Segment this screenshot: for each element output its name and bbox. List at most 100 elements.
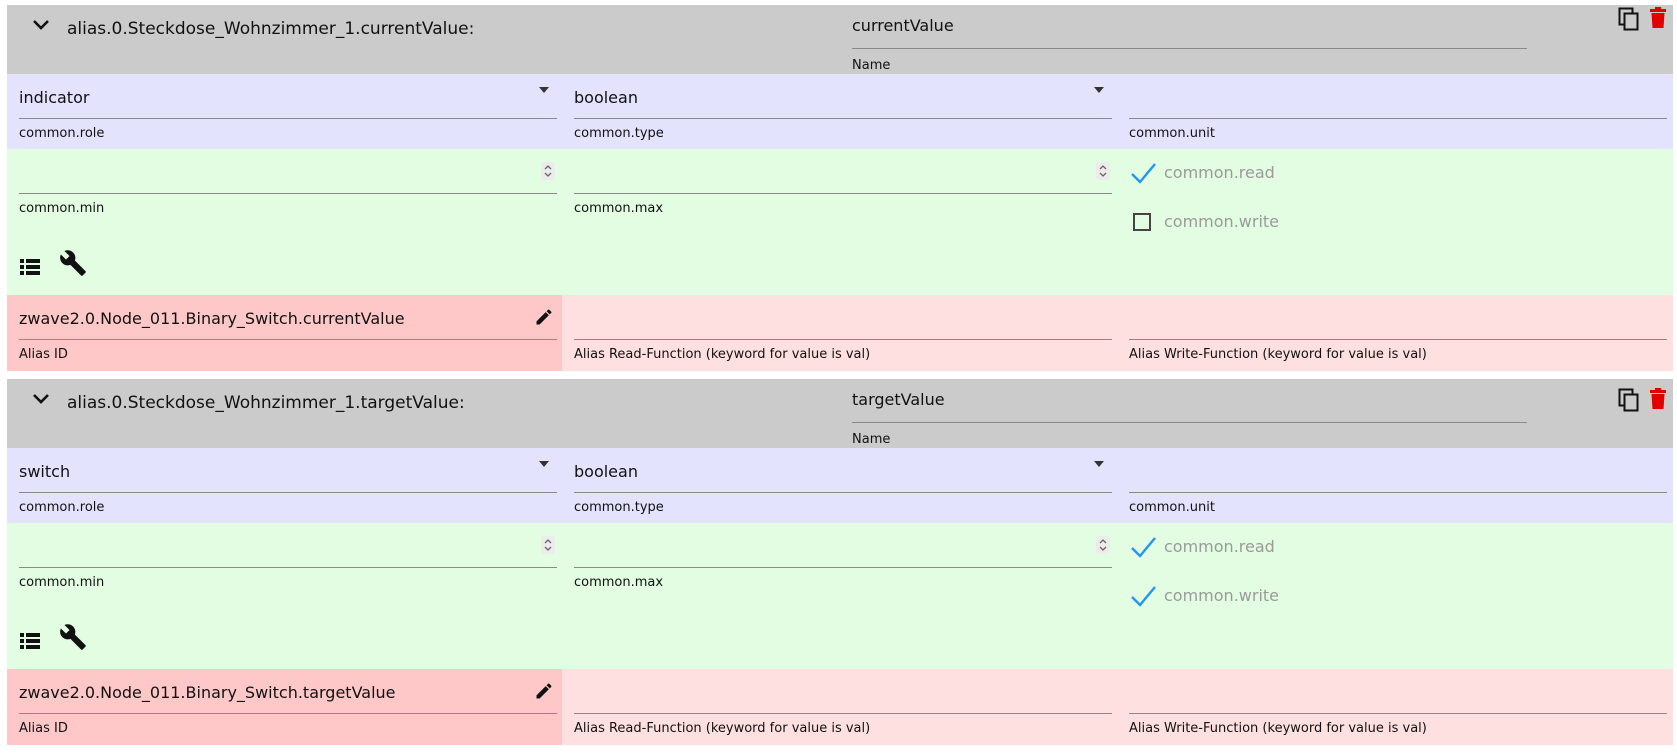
alias-row: zwave2.0.Node_011.Binary_Switch.currentV… <box>7 295 1673 371</box>
type-value[interactable]: boolean <box>574 88 638 107</box>
name-label: Name <box>852 432 891 447</box>
write-checkbox-unchecked-icon[interactable] <box>1129 209 1159 235</box>
min-label: common.min <box>19 575 105 590</box>
delete-icon[interactable] <box>1649 7 1667 33</box>
write-check-icon[interactable] <box>1129 583 1159 609</box>
number-spinner-icon[interactable] <box>1096 536 1110 554</box>
role-value[interactable]: switch <box>19 462 70 481</box>
alias-block-header: alias.0.Steckdose_Wohnzimmer_1.targetVal… <box>7 379 1673 448</box>
underline <box>1129 339 1667 340</box>
underline <box>1129 713 1667 714</box>
chevron-down-icon[interactable] <box>27 387 55 411</box>
read-label: common.read <box>1164 537 1275 556</box>
name-value[interactable]: currentValue <box>852 16 954 35</box>
alias-id-value[interactable]: zwave2.0.Node_011.Binary_Switch.targetVa… <box>19 683 396 702</box>
alias-block: alias.0.Steckdose_Wohnzimmer_1.targetVal… <box>7 379 1673 755</box>
type-label: common.type <box>574 500 664 515</box>
underline <box>574 118 1112 119</box>
dropdown-arrow-icon[interactable] <box>1094 87 1104 93</box>
role-row: switch common.role boolean common.type c… <box>7 448 1673 523</box>
wrench-icon[interactable] <box>59 623 87 655</box>
read-check-icon[interactable] <box>1129 534 1159 560</box>
min-label: common.min <box>19 201 105 216</box>
alias-id-label: Alias ID <box>19 721 68 736</box>
underline <box>574 193 1112 194</box>
list-icon[interactable] <box>19 256 41 280</box>
max-label: common.max <box>574 201 664 216</box>
name-field[interactable]: currentValue Name <box>852 11 1527 73</box>
common-row: common.min common.max common.read common… <box>7 149 1673 295</box>
max-field[interactable]: common.max <box>574 523 1112 598</box>
unit-label: common.unit <box>1129 126 1215 141</box>
role-select[interactable]: switch common.role <box>19 448 557 523</box>
number-spinner-icon[interactable] <box>1096 162 1110 180</box>
underline <box>574 713 1112 714</box>
underline <box>852 422 1527 423</box>
alias-row: zwave2.0.Node_011.Binary_Switch.targetVa… <box>7 669 1673 745</box>
unit-field[interactable]: common.unit <box>1129 448 1667 523</box>
underline <box>574 492 1112 493</box>
underline <box>1129 118 1667 119</box>
chevron-down-icon[interactable] <box>27 13 55 37</box>
dropdown-arrow-icon[interactable] <box>539 461 549 467</box>
number-spinner-icon[interactable] <box>541 536 555 554</box>
edit-pencil-icon[interactable] <box>534 681 554 705</box>
underline <box>19 567 557 568</box>
common-row: common.min common.max common.read common… <box>7 523 1673 669</box>
type-select[interactable]: boolean common.type <box>574 448 1112 523</box>
copy-icon[interactable] <box>1617 387 1641 417</box>
underline <box>19 492 557 493</box>
name-value[interactable]: targetValue <box>852 390 945 409</box>
edit-pencil-icon[interactable] <box>534 307 554 331</box>
name-label: Name <box>852 58 891 73</box>
underline <box>852 48 1527 49</box>
read-function-field[interactable]: Alias Read-Function (keyword for value i… <box>574 295 1112 371</box>
delete-icon[interactable] <box>1649 388 1667 414</box>
underline <box>19 118 557 119</box>
alias-id-value[interactable]: zwave2.0.Node_011.Binary_Switch.currentV… <box>19 309 405 328</box>
write-function-label: Alias Write-Function (keyword for value … <box>1129 347 1427 362</box>
object-id: alias.0.Steckdose_Wohnzimmer_1.currentVa… <box>67 19 475 39</box>
dropdown-arrow-icon[interactable] <box>1094 461 1104 467</box>
wrench-icon[interactable] <box>59 249 87 281</box>
min-field[interactable]: common.min <box>19 523 557 598</box>
read-label: common.read <box>1164 163 1275 182</box>
unit-label: common.unit <box>1129 500 1215 515</box>
number-spinner-icon[interactable] <box>541 162 555 180</box>
role-label: common.role <box>19 500 105 515</box>
write-function-label: Alias Write-Function (keyword for value … <box>1129 721 1427 736</box>
read-check-icon[interactable] <box>1129 160 1159 186</box>
copy-icon[interactable] <box>1617 6 1641 36</box>
alias-id-field[interactable]: zwave2.0.Node_011.Binary_Switch.targetVa… <box>19 669 557 745</box>
read-function-label: Alias Read-Function (keyword for value i… <box>574 721 871 736</box>
type-value[interactable]: boolean <box>574 462 638 481</box>
read-function-field[interactable]: Alias Read-Function (keyword for value i… <box>574 669 1112 745</box>
dropdown-arrow-icon[interactable] <box>539 87 549 93</box>
underline <box>1129 492 1667 493</box>
alias-block-header: alias.0.Steckdose_Wohnzimmer_1.currentVa… <box>7 5 1673 74</box>
max-field[interactable]: common.max <box>574 149 1112 224</box>
role-select[interactable]: indicator common.role <box>19 74 557 149</box>
type-label: common.type <box>574 126 664 141</box>
min-field[interactable]: common.min <box>19 149 557 224</box>
underline <box>574 567 1112 568</box>
alias-id-field[interactable]: zwave2.0.Node_011.Binary_Switch.currentV… <box>19 295 557 371</box>
write-function-field[interactable]: Alias Write-Function (keyword for value … <box>1129 295 1667 371</box>
alias-block: alias.0.Steckdose_Wohnzimmer_1.currentVa… <box>7 5 1673 371</box>
role-value[interactable]: indicator <box>19 88 89 107</box>
name-field[interactable]: targetValue Name <box>852 385 1527 447</box>
list-icon[interactable] <box>19 630 41 654</box>
unit-field[interactable]: common.unit <box>1129 74 1667 149</box>
write-function-field[interactable]: Alias Write-Function (keyword for value … <box>1129 669 1667 745</box>
underline <box>19 193 557 194</box>
role-label: common.role <box>19 126 105 141</box>
type-select[interactable]: boolean common.type <box>574 74 1112 149</box>
underline <box>19 713 557 714</box>
write-label: common.write <box>1164 586 1279 605</box>
role-row: indicator common.role boolean common.typ… <box>7 74 1673 149</box>
alias-id-label: Alias ID <box>19 347 68 362</box>
underline <box>574 339 1112 340</box>
underline <box>19 339 557 340</box>
read-function-label: Alias Read-Function (keyword for value i… <box>574 347 871 362</box>
max-label: common.max <box>574 575 664 590</box>
